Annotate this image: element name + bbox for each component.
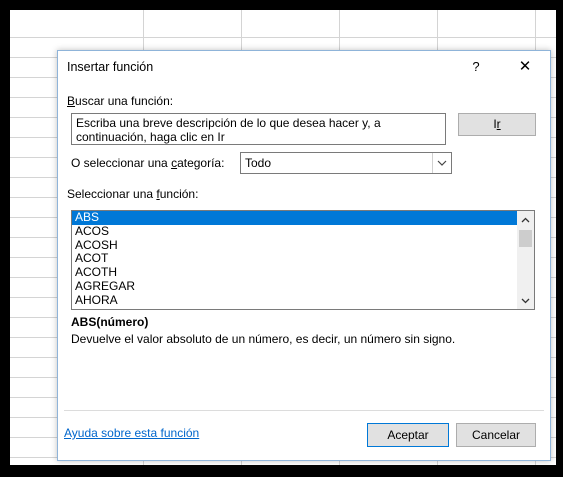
function-item-acoth[interactable]: ACOTH xyxy=(72,265,517,280)
dialog-title: Insertar función xyxy=(67,60,154,74)
function-list[interactable]: ABS ACOS ACOSH ACOT ACOTH AGREGAR AHORA xyxy=(71,210,535,310)
chevron-down-icon[interactable] xyxy=(517,292,534,309)
function-list-items: ABS ACOS ACOSH ACOT ACOTH AGREGAR AHORA xyxy=(72,211,517,308)
scrollbar-thumb[interactable] xyxy=(519,230,532,247)
help-button[interactable]: ? xyxy=(466,57,486,77)
function-item-ahora[interactable]: AHORA xyxy=(72,293,517,308)
search-input[interactable]: Escriba una breve descripción de lo que … xyxy=(71,113,446,145)
function-item-acot[interactable]: ACOT xyxy=(72,252,517,266)
function-item-acos[interactable]: ACOS xyxy=(72,224,517,239)
close-button[interactable]: ✕ xyxy=(514,57,536,77)
category-label-text: ategoría: xyxy=(177,156,225,170)
functions-label-prefix: Seleccionar una xyxy=(67,187,157,201)
function-description: Devuelve el valor absoluto de un número,… xyxy=(71,332,456,346)
dialog-titlebar[interactable]: Insertar función ? ✕ xyxy=(58,51,550,83)
list-scrollbar[interactable] xyxy=(517,211,534,309)
function-signature: ABS(número) xyxy=(71,315,149,329)
spreadsheet-background: Insertar función ? ✕ Buscar una función:… xyxy=(10,10,556,465)
search-label-text: uscar una función: xyxy=(75,94,174,108)
insert-function-dialog: Insertar función ? ✕ Buscar una función:… xyxy=(57,50,551,461)
go-button[interactable]: Ir xyxy=(458,113,536,136)
category-select[interactable]: Todo xyxy=(240,152,452,174)
ok-button[interactable]: Aceptar xyxy=(367,423,449,447)
go-button-accesskey: r xyxy=(496,117,501,131)
function-help-link[interactable]: Ayuda sobre esta función xyxy=(64,426,199,440)
function-item-acosh[interactable]: ACOSH xyxy=(72,238,517,253)
category-label-prefix: O seleccionar una xyxy=(71,156,172,170)
functions-label-text: unción: xyxy=(159,187,199,201)
function-item-agregar[interactable]: AGREGAR xyxy=(72,279,517,294)
chevron-up-icon[interactable] xyxy=(517,211,534,228)
search-label: Buscar una función: xyxy=(67,94,173,108)
footer-divider xyxy=(64,410,544,411)
category-selected-value: Todo xyxy=(245,156,272,170)
category-label: O seleccionar una categoría: xyxy=(71,156,224,170)
function-item-abs[interactable]: ABS xyxy=(72,211,517,225)
cancel-button[interactable]: Cancelar xyxy=(456,423,536,447)
chevron-down-icon[interactable] xyxy=(432,153,451,173)
search-label-accesskey: B xyxy=(67,94,76,108)
functions-label: Seleccionar una función: xyxy=(67,187,198,201)
